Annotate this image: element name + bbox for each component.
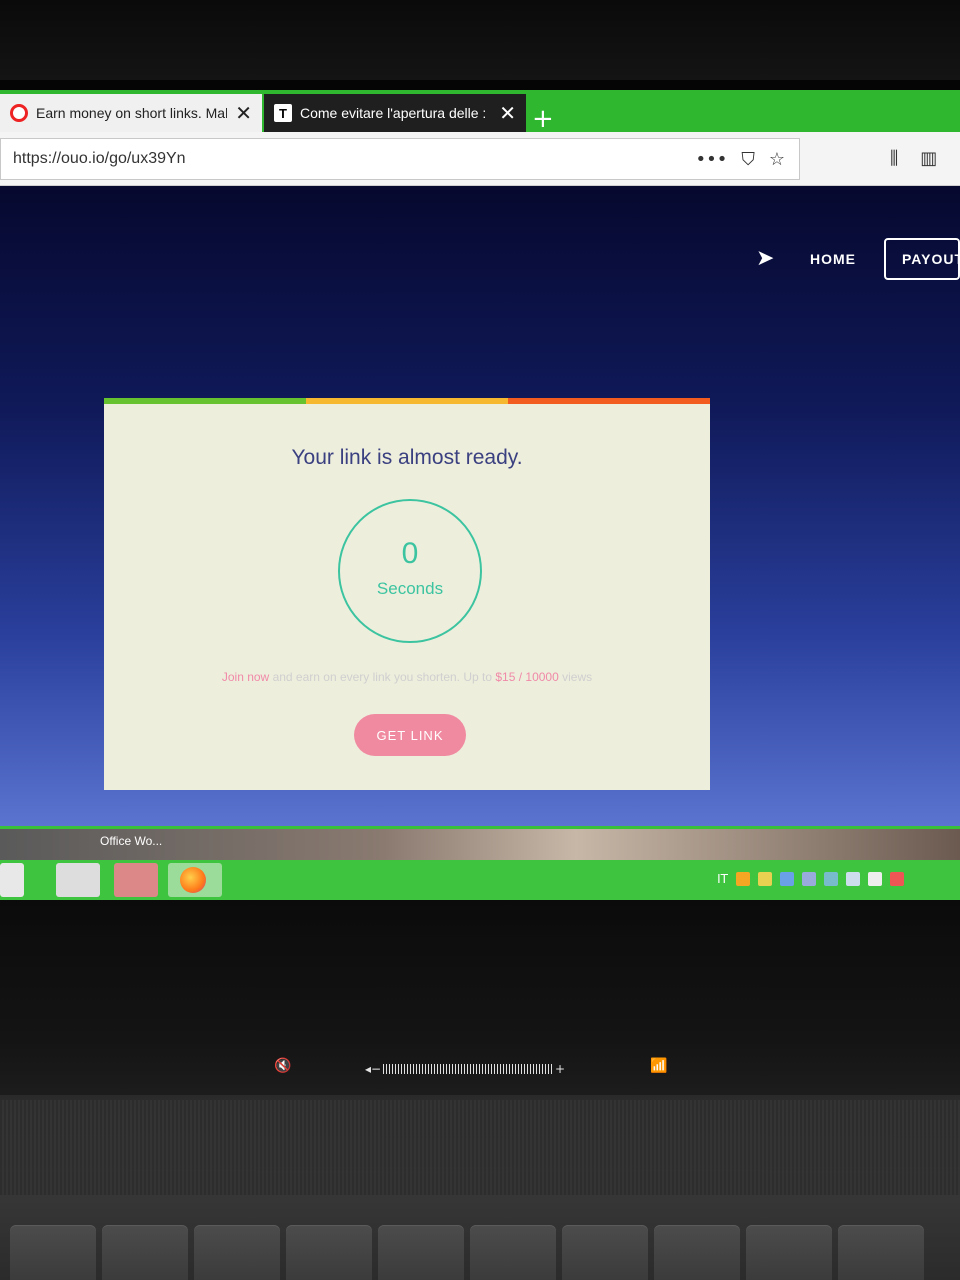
sidebar-icon[interactable]: ▥ [920,148,937,169]
keyboard-key [470,1225,556,1280]
tab-title: Come evitare l'apertura delle : [300,105,487,121]
promo-mid: and earn on every link you shorten. Up t… [269,670,496,684]
mute-icon[interactable]: 🔇 [274,1058,291,1074]
keyboard-key [654,1225,740,1280]
tray-icon[interactable] [824,872,838,886]
get-link-button[interactable]: GET LINK [354,714,466,756]
keyboard-key [10,1225,96,1280]
t-site-icon: T [274,104,292,122]
nav-bar: https://ouo.io/go/ux39Yn ••• ⛉ ☆ ⫼ ▥ [0,132,960,186]
pocket-icon[interactable]: ⛉ [741,149,755,170]
keyboard-key [286,1225,372,1280]
library-icon[interactable]: ⫼ [890,148,898,169]
keyboard-keys [0,1225,960,1280]
site-menu: HOME PAYOUT [810,238,960,280]
firefox-icon[interactable] [168,863,222,897]
laptop-bezel-top [0,0,960,80]
speaker-grille [0,1100,960,1195]
url-bar[interactable]: https://ouo.io/go/ux39Yn ••• ⛉ ☆ [0,138,800,180]
link-card: Your link is almost ready. 0 Seconds Joi… [104,398,710,790]
tab-ouo[interactable]: Earn money on short links. Mak ✕ [0,94,262,132]
tray-icon[interactable] [846,872,860,886]
web-page: ➤ HOME PAYOUT Your link is almost ready.… [0,186,960,826]
payout-button[interactable]: PAYOUT [884,238,960,280]
timer-unit: Seconds [376,579,444,598]
card-title: Your link is almost ready. [291,446,523,469]
volume-down-icon: ◂− [365,1062,382,1076]
media-controls: 🔇 ◂− + 📶 [270,1058,690,1080]
volume-slider[interactable]: ◂− + [365,1061,565,1077]
home-link[interactable]: HOME [810,251,856,267]
join-now-link[interactable]: Join now [222,670,269,684]
volume-ticks [383,1064,553,1074]
screen: Earn money on short links. Mak ✕ T Come … [0,80,960,900]
more-icon[interactable]: ••• [696,149,728,170]
keyboard-key [378,1225,464,1280]
timer-value: 0 [401,537,419,570]
desktop-window-label[interactable]: Office Wo... [100,834,162,848]
tray-icon[interactable] [802,872,816,886]
keyboard-key [102,1225,188,1280]
file-manager-icon[interactable] [56,863,100,897]
taskbar: IT [0,860,960,900]
tab-come-evitare[interactable]: T Come evitare l'apertura delle : ✕ [264,94,526,132]
system-tray: IT [717,872,904,886]
tab-title: Earn money on short links. Mak [36,105,228,121]
taskbar-edge [0,826,960,829]
office-app-icon[interactable] [114,863,158,897]
taskbar-button[interactable] [0,863,24,897]
desktop-background: Office Wo... [0,826,960,860]
close-icon[interactable]: ✕ [499,101,516,125]
tab-bar: Earn money on short links. Mak ✕ T Come … [0,90,960,134]
promo-text: Join now and earn on every link you shor… [104,670,710,684]
wifi-icon[interactable]: 📶 [650,1058,667,1074]
language-indicator[interactable]: IT [717,872,728,886]
keyboard-key [194,1225,280,1280]
volume-icon[interactable] [868,872,882,886]
keyboard-key [746,1225,832,1280]
promo-end: views [558,670,593,684]
keyboard-key [562,1225,648,1280]
pdf-tray-icon[interactable] [890,872,904,886]
promo-rate: $15 / 10000 [495,670,559,684]
mouse-cursor-icon: ➤ [756,246,775,271]
countdown-timer: 0 Seconds [338,499,482,643]
opera-icon [10,104,28,122]
bookmark-star-icon[interactable]: ☆ [769,149,785,170]
keyboard-key [838,1225,924,1280]
tray-icon[interactable] [736,872,750,886]
new-tab-button[interactable]: + [532,104,554,134]
volume-up-icon: + [554,1062,565,1076]
close-icon[interactable]: ✕ [235,101,252,125]
card-color-bar [104,398,710,404]
tray-icon[interactable] [758,872,772,886]
url-text[interactable]: https://ouo.io/go/ux39Yn [13,150,696,168]
tray-icon[interactable] [780,872,794,886]
